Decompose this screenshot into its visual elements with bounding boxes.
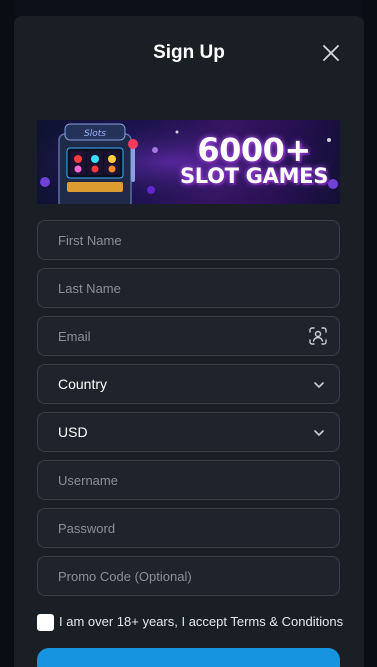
email-field-wrapper (37, 316, 340, 356)
close-button[interactable] (320, 42, 342, 64)
terms-checkbox[interactable] (37, 614, 54, 631)
promo-banner: Slots 6000+ SLOT GAMES (37, 120, 340, 204)
promo-code-field[interactable] (38, 557, 339, 595)
svg-text:Slots: Slots (84, 129, 106, 139)
chevron-down-icon (314, 382, 324, 388)
first-name-field[interactable] (38, 221, 339, 259)
username-field[interactable] (38, 461, 339, 499)
currency-select[interactable]: USD (37, 412, 340, 452)
submit-button[interactable] (37, 648, 340, 667)
backdrop-right (363, 0, 377, 667)
terms-label: I am over 18+ years, I accept Terms & Co… (59, 614, 344, 629)
password-field-wrapper (37, 508, 340, 548)
signup-modal: Sign Up Slots 6000+ SLOT GAMES First Nam… (14, 16, 364, 667)
last-name-field-wrapper (37, 268, 340, 308)
banner-headline: 6000+ (197, 131, 311, 169)
country-select-value: Country (58, 376, 108, 392)
username-field-wrapper (37, 460, 340, 500)
first-name-field-wrapper (37, 220, 340, 260)
close-icon (323, 45, 339, 61)
banner-subline: SLOT GAMES (179, 164, 329, 188)
backdrop-left (0, 0, 14, 667)
promo-code-field-wrapper (37, 556, 340, 596)
country-select[interactable]: Country (37, 364, 340, 404)
terms-row: I am over 18+ years, I accept Terms & Co… (37, 613, 357, 633)
modal-title: Sign Up (153, 42, 225, 63)
currency-select-value: USD (58, 424, 88, 440)
last-name-field[interactable] (38, 269, 339, 307)
email-field[interactable] (38, 317, 339, 355)
chevron-down-icon (314, 430, 324, 436)
face-scan-icon[interactable] (309, 327, 327, 345)
password-field[interactable] (38, 509, 339, 547)
